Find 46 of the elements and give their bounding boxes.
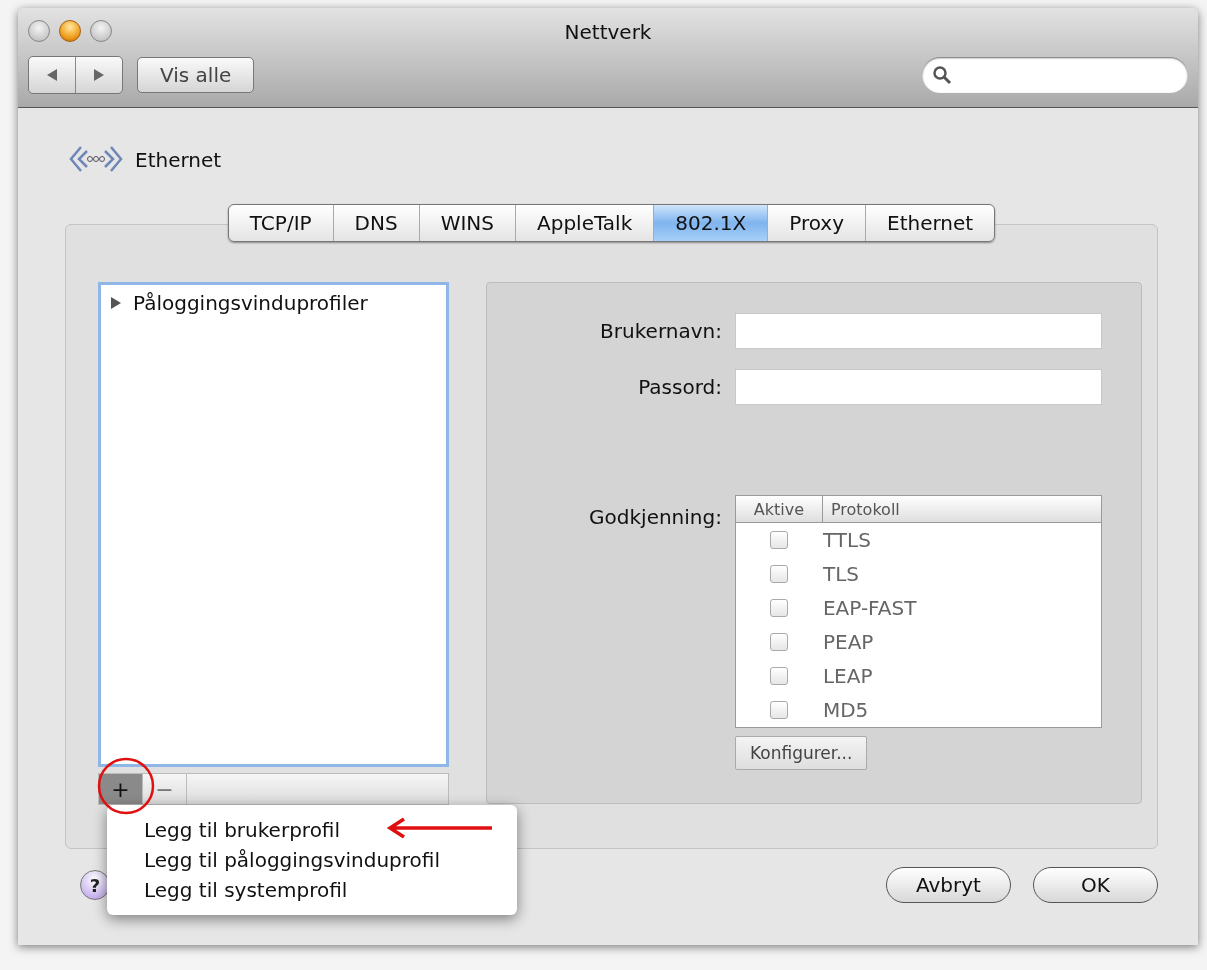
configure-button[interactable]: Konfigurer...	[734, 736, 868, 770]
field-label: Godkjenning:	[588, 504, 722, 531]
checkbox[interactable]	[770, 565, 789, 583]
field-label: Passord:	[637, 375, 722, 399]
left-triangle-icon	[46, 68, 58, 82]
field-label: Brukernavn:	[599, 319, 722, 343]
annotation-circle	[96, 756, 156, 816]
zoom-button[interactable]	[90, 20, 112, 42]
menu-item[interactable]: Legg til brukerprofil	[107, 815, 517, 845]
close-button[interactable]	[28, 20, 50, 42]
minimize-button[interactable]	[59, 20, 81, 42]
checkbox[interactable]	[770, 667, 789, 685]
table-cell: TTLS	[822, 528, 871, 552]
input-field[interactable]	[734, 313, 1102, 349]
disclosure-triangle-icon[interactable]	[109, 296, 123, 310]
checkbox[interactable]	[770, 701, 789, 719]
remove-button[interactable]: −	[143, 774, 187, 804]
checkbox[interactable]	[770, 633, 789, 651]
menu-item[interactable]: Legg til påloggingsvinduprofil	[107, 845, 517, 875]
ok-button[interactable]: OK	[1033, 867, 1158, 903]
add-button[interactable]: +	[99, 774, 143, 804]
tab[interactable]: Proxy	[767, 205, 865, 241]
help-button[interactable]: ?	[80, 870, 110, 900]
input-field[interactable]	[734, 369, 1102, 405]
checkbox[interactable]	[770, 531, 789, 549]
table-cell: TLS	[822, 562, 859, 586]
table-cell: PEAP	[822, 630, 874, 654]
show-all-button[interactable]: Vis alle	[137, 57, 255, 93]
checkbox[interactable]	[770, 599, 789, 617]
search-icon	[932, 65, 952, 85]
right-triangle-icon	[93, 68, 105, 82]
header-title: Ethernet	[135, 148, 222, 172]
column-header: Protokoll	[829, 498, 901, 521]
table-cell: LEAP	[822, 664, 873, 688]
tab[interactable]: DNS	[332, 205, 419, 241]
cancel-button[interactable]: Avbryt	[886, 867, 1011, 903]
column-header: Aktive	[735, 496, 823, 522]
search-field[interactable]	[922, 57, 1188, 93]
profile-group-label[interactable]: Påloggingsvinduprofiler	[133, 291, 368, 315]
tab[interactable]: TCP/IP	[228, 205, 333, 241]
table-cell: EAP-FAST	[822, 596, 917, 620]
table-cell: MD5	[822, 698, 869, 722]
tab[interactable]: WINS	[418, 205, 515, 241]
window-title: Nettverk	[564, 19, 652, 44]
tab[interactable]: 802.1X	[653, 205, 768, 241]
menu-item[interactable]: Legg til systemprofil	[107, 875, 517, 905]
